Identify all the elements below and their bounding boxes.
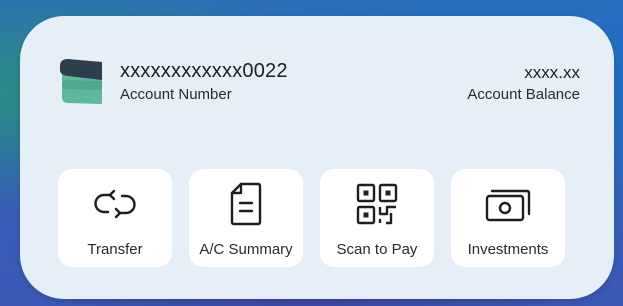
- transfer-arrows-icon: [58, 181, 172, 227]
- scan-to-pay-label: Scan to Pay: [336, 241, 418, 258]
- account-number: xxxxxxxxxxxx0022: [120, 60, 288, 82]
- account-widget[interactable]: xxxxxxxxxxxx0022 Account Number xxxx.xx …: [20, 16, 614, 299]
- banknotes-icon: [451, 181, 565, 227]
- ac-summary-button[interactable]: A/C Summary: [189, 169, 303, 267]
- account-balance: xxxx.xx: [524, 63, 580, 82]
- scan-to-pay-button[interactable]: Scan to Pay: [320, 169, 434, 267]
- investments-label: Investments: [467, 241, 549, 258]
- bank-card-icon: [58, 56, 106, 108]
- account-balance-label: Account Balance: [467, 86, 580, 103]
- transfer-label: Transfer: [87, 241, 143, 258]
- account-number-label: Account Number: [120, 86, 232, 103]
- ac-summary-label: A/C Summary: [199, 241, 293, 258]
- qr-code-icon: [320, 181, 434, 227]
- investments-button[interactable]: Investments: [451, 169, 565, 267]
- transfer-button[interactable]: Transfer: [58, 169, 172, 267]
- document-icon: [189, 181, 303, 227]
